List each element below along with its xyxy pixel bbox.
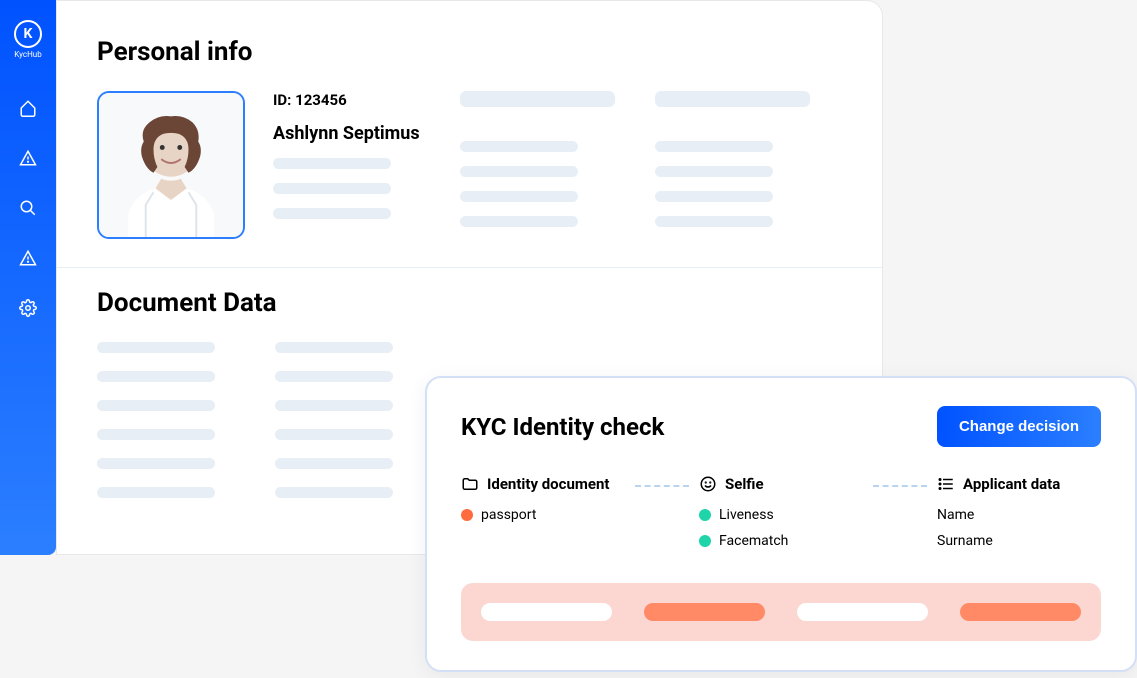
placeholder (97, 342, 215, 353)
placeholder (97, 487, 215, 498)
placeholder (460, 91, 615, 107)
personal-info-row: ID: 123456 Ashlynn Septimus (97, 91, 842, 239)
kyc-applicant-section: Applicant data Name Surname (937, 475, 1101, 559)
placeholder-pill (481, 603, 612, 621)
kyc-steps: Identity document passport Selfie Livene… (461, 475, 1101, 559)
applicant-name: Ashlynn Septimus (273, 123, 420, 144)
nav-alert-2[interactable] (17, 247, 39, 269)
placeholder (460, 216, 578, 227)
nav-home[interactable] (17, 97, 39, 119)
kyc-identity-section: Identity document passport (461, 475, 625, 559)
placeholder (460, 141, 578, 152)
passport-label: passport (481, 507, 536, 523)
placeholder-pill (797, 603, 928, 621)
info-columns: ID: 123456 Ashlynn Septimus (273, 91, 810, 239)
nav-alert-1[interactable] (17, 147, 39, 169)
change-decision-button[interactable]: Change decision (937, 406, 1101, 447)
status-dot-teal (699, 509, 711, 521)
kyc-item-passport: passport (461, 507, 625, 523)
placeholder (655, 141, 773, 152)
nav-search[interactable] (17, 197, 39, 219)
applicant-avatar (97, 91, 245, 239)
status-dot-teal (699, 535, 711, 547)
applicant-id: ID: 123456 (273, 91, 420, 109)
doc-col-1 (97, 342, 215, 498)
nav-settings[interactable] (17, 297, 39, 319)
placeholder (275, 371, 393, 382)
doc-col-2 (275, 342, 393, 498)
placeholder (97, 429, 215, 440)
placeholder (273, 208, 391, 219)
logo-icon: K (14, 20, 42, 48)
facematch-label: Facematch (719, 533, 788, 549)
placeholder-pill (644, 603, 765, 621)
info-col-2 (460, 91, 615, 239)
step-connector (873, 485, 927, 487)
list-icon (937, 475, 955, 493)
applicant-data-label: Applicant data (963, 475, 1060, 493)
placeholder (655, 191, 773, 202)
placeholder (273, 183, 391, 194)
selfie-label: Selfie (725, 475, 764, 493)
surname-label: Surname (937, 533, 993, 549)
placeholder (655, 216, 773, 227)
placeholder (655, 91, 810, 107)
placeholder (97, 400, 215, 411)
placeholder (460, 191, 578, 202)
folder-icon (461, 475, 479, 493)
smile-icon (699, 475, 717, 493)
kyc-item-name: Name (937, 507, 1101, 523)
brand-logo: K KycHub (14, 20, 42, 59)
personal-info-title: Personal info (97, 37, 842, 67)
placeholder (275, 429, 393, 440)
placeholder (275, 342, 393, 353)
name-label: Name (937, 507, 974, 523)
status-dot-orange (461, 509, 473, 521)
brand-name: KycHub (14, 50, 41, 59)
placeholder (460, 166, 578, 177)
placeholder (275, 458, 393, 469)
kyc-item-surname: Surname (937, 533, 1101, 549)
liveness-label: Liveness (719, 507, 774, 523)
identity-document-header: Identity document (461, 475, 625, 493)
sidebar: K KycHub (0, 0, 56, 555)
kyc-item-facematch: Facematch (699, 533, 863, 549)
divider (57, 267, 882, 268)
kyc-panel: KYC Identity check Change decision Ident… (425, 376, 1137, 672)
kyc-bottom-bar (461, 583, 1101, 641)
placeholder (97, 371, 215, 382)
document-data-title: Document Data (97, 288, 842, 318)
step-connector (635, 485, 689, 487)
info-col-1: ID: 123456 Ashlynn Septimus (273, 91, 420, 239)
applicant-data-header: Applicant data (937, 475, 1101, 493)
kyc-item-liveness: Liveness (699, 507, 863, 523)
kyc-header: KYC Identity check Change decision (461, 406, 1101, 447)
kyc-title: KYC Identity check (461, 413, 664, 441)
placeholder-pill (960, 603, 1081, 621)
placeholder (275, 400, 393, 411)
placeholder (275, 487, 393, 498)
kyc-selfie-section: Selfie Liveness Facematch (699, 475, 863, 559)
placeholder (97, 458, 215, 469)
selfie-header: Selfie (699, 475, 863, 493)
placeholder (273, 158, 391, 169)
placeholder (655, 166, 773, 177)
identity-label: Identity document (487, 475, 609, 493)
info-col-3 (655, 91, 810, 239)
